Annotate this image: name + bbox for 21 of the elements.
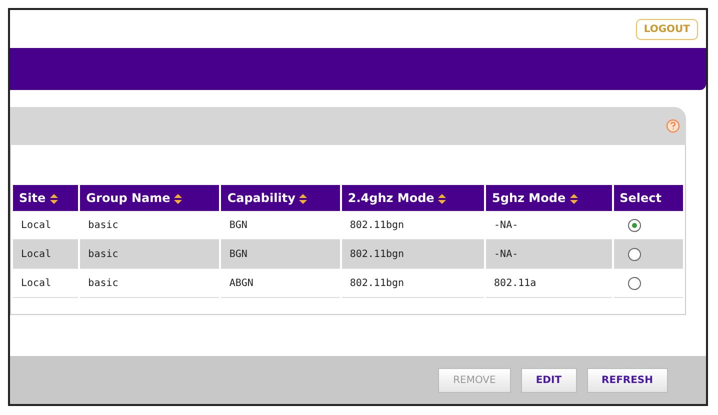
action-button[interactable]: REFRESH: [586, 368, 668, 392]
sort-icon[interactable]: [174, 194, 182, 204]
radio-button[interactable]: [628, 248, 641, 260]
radio-button[interactable]: [628, 218, 641, 232]
table-cell: -NA-: [486, 240, 612, 269]
table-cell: 802.11bgn: [342, 269, 484, 298]
table-cell: basic: [80, 240, 220, 269]
table-cell: 802.11a: [486, 269, 612, 298]
table-cell: ABGN: [221, 269, 340, 298]
table-cell: basic: [80, 269, 220, 298]
table-cell: Local: [13, 269, 78, 298]
sort-icon[interactable]: [299, 194, 308, 204]
action-button[interactable]: EDIT: [520, 368, 577, 392]
table-cell: BGN: [221, 240, 340, 269]
sort-icon[interactable]: [438, 194, 446, 204]
sort-icon[interactable]: [50, 194, 58, 204]
column-header: Select: [620, 191, 662, 205]
sort-icon[interactable]: [570, 194, 578, 204]
table-cell: Local: [13, 240, 78, 269]
table-cell: 802.11bgn: [342, 240, 484, 269]
radio-button[interactable]: [628, 276, 641, 290]
